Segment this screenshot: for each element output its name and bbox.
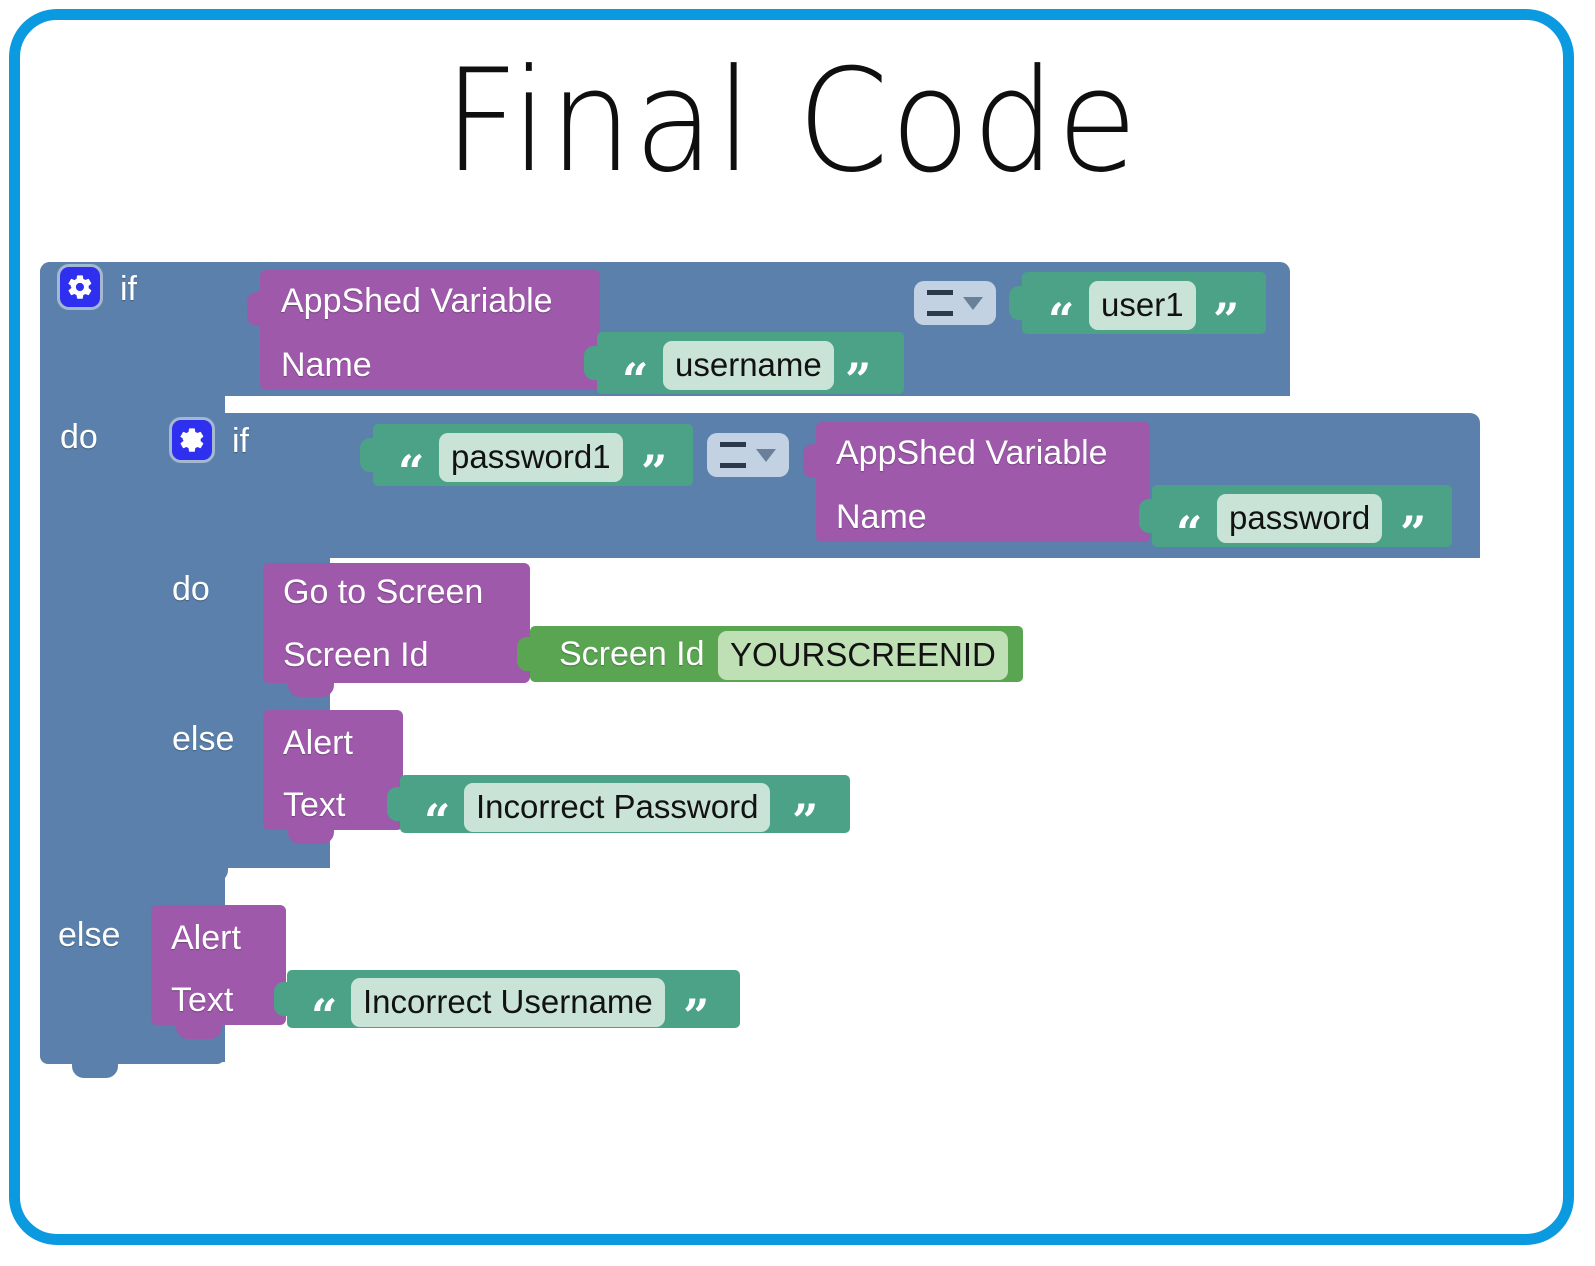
incorrect-password-field[interactable]: Incorrect Password xyxy=(464,783,771,832)
inner-appshed-name-label: Name xyxy=(836,498,927,536)
outer-appshed-variable-label: AppShed Variable xyxy=(281,282,553,320)
username-value-field[interactable]: username xyxy=(663,341,834,390)
password-value-field[interactable]: password xyxy=(1217,494,1383,543)
quote-open-icon: “ xyxy=(1176,506,1203,560)
inner-do-label: do xyxy=(172,570,210,608)
alert-password-top-notch xyxy=(288,710,334,725)
blockly-workspace[interactable]: if do else AppShed Variable Name “ usern… xyxy=(0,0,1565,1236)
quote-close-icon: ” xyxy=(1400,506,1427,560)
value-input-tab xyxy=(803,444,819,478)
go-to-screen-label: Go to Screen xyxy=(283,573,484,611)
value-input-tab xyxy=(274,982,290,1016)
screen-id-value-label: Screen Id xyxy=(559,635,705,673)
incorrect-username-field[interactable]: Incorrect Username xyxy=(351,978,665,1027)
equals-icon xyxy=(927,290,953,316)
value-input-tab xyxy=(584,346,600,380)
gear-glyph xyxy=(68,275,92,299)
outer-do-label: do xyxy=(60,418,98,456)
quote-close-icon: ” xyxy=(1213,293,1240,347)
inner-else-label: else xyxy=(172,720,235,758)
user1-value-field[interactable]: user1 xyxy=(1089,281,1196,330)
inner-if-bottom-notch xyxy=(182,867,228,882)
alert-username-top-notch xyxy=(176,905,222,920)
inner-operator-dropdown[interactable] xyxy=(707,433,789,477)
alert-username-label: Alert xyxy=(171,919,241,957)
go-to-screen-screenid-label: Screen Id xyxy=(283,636,429,674)
password1-value-field[interactable]: password1 xyxy=(439,433,623,482)
outer-operator-dropdown[interactable] xyxy=(914,281,996,325)
value-input-tab xyxy=(517,637,533,671)
inner-if-label: if xyxy=(232,422,249,460)
quote-open-icon: “ xyxy=(622,353,649,407)
quote-close-icon: ” xyxy=(641,445,668,499)
alert-password-text-label: Text xyxy=(283,786,346,824)
alert-password-bottom-notch xyxy=(288,829,334,844)
alert-password-label: Alert xyxy=(283,724,353,762)
outer-appshed-name-label: Name xyxy=(281,346,372,384)
outer-if-label: if xyxy=(120,270,137,308)
value-input-tab xyxy=(387,787,403,821)
quote-open-icon: “ xyxy=(311,989,338,1043)
chevron-down-icon xyxy=(756,448,776,462)
value-input-tab xyxy=(1139,499,1155,533)
chevron-down-icon xyxy=(963,296,983,310)
equals-icon xyxy=(720,442,746,468)
inner-appshed-variable-label: AppShed Variable xyxy=(836,434,1108,472)
value-input-tab xyxy=(1009,286,1025,320)
go-to-screen-bottom-notch xyxy=(288,682,334,697)
gear-icon[interactable] xyxy=(60,267,100,307)
gear-icon[interactable] xyxy=(172,420,212,460)
outer-if-bottom-notch xyxy=(72,1063,118,1078)
alert-username-bottom-notch xyxy=(176,1024,222,1039)
screen-id-field[interactable]: YOURSCREENID xyxy=(718,631,1008,680)
alert-username-text-label: Text xyxy=(171,981,234,1019)
gear-glyph xyxy=(180,428,204,452)
quote-close-icon: ” xyxy=(683,989,710,1043)
quote-open-icon: “ xyxy=(424,794,451,848)
quote-open-icon: “ xyxy=(1048,293,1075,347)
quote-open-icon: “ xyxy=(398,445,425,499)
quote-close-icon: ” xyxy=(792,794,819,848)
quote-close-icon: ” xyxy=(845,353,872,407)
value-input-tab xyxy=(360,438,376,472)
outer-else-label: else xyxy=(58,916,121,954)
value-input-tab xyxy=(247,292,263,326)
